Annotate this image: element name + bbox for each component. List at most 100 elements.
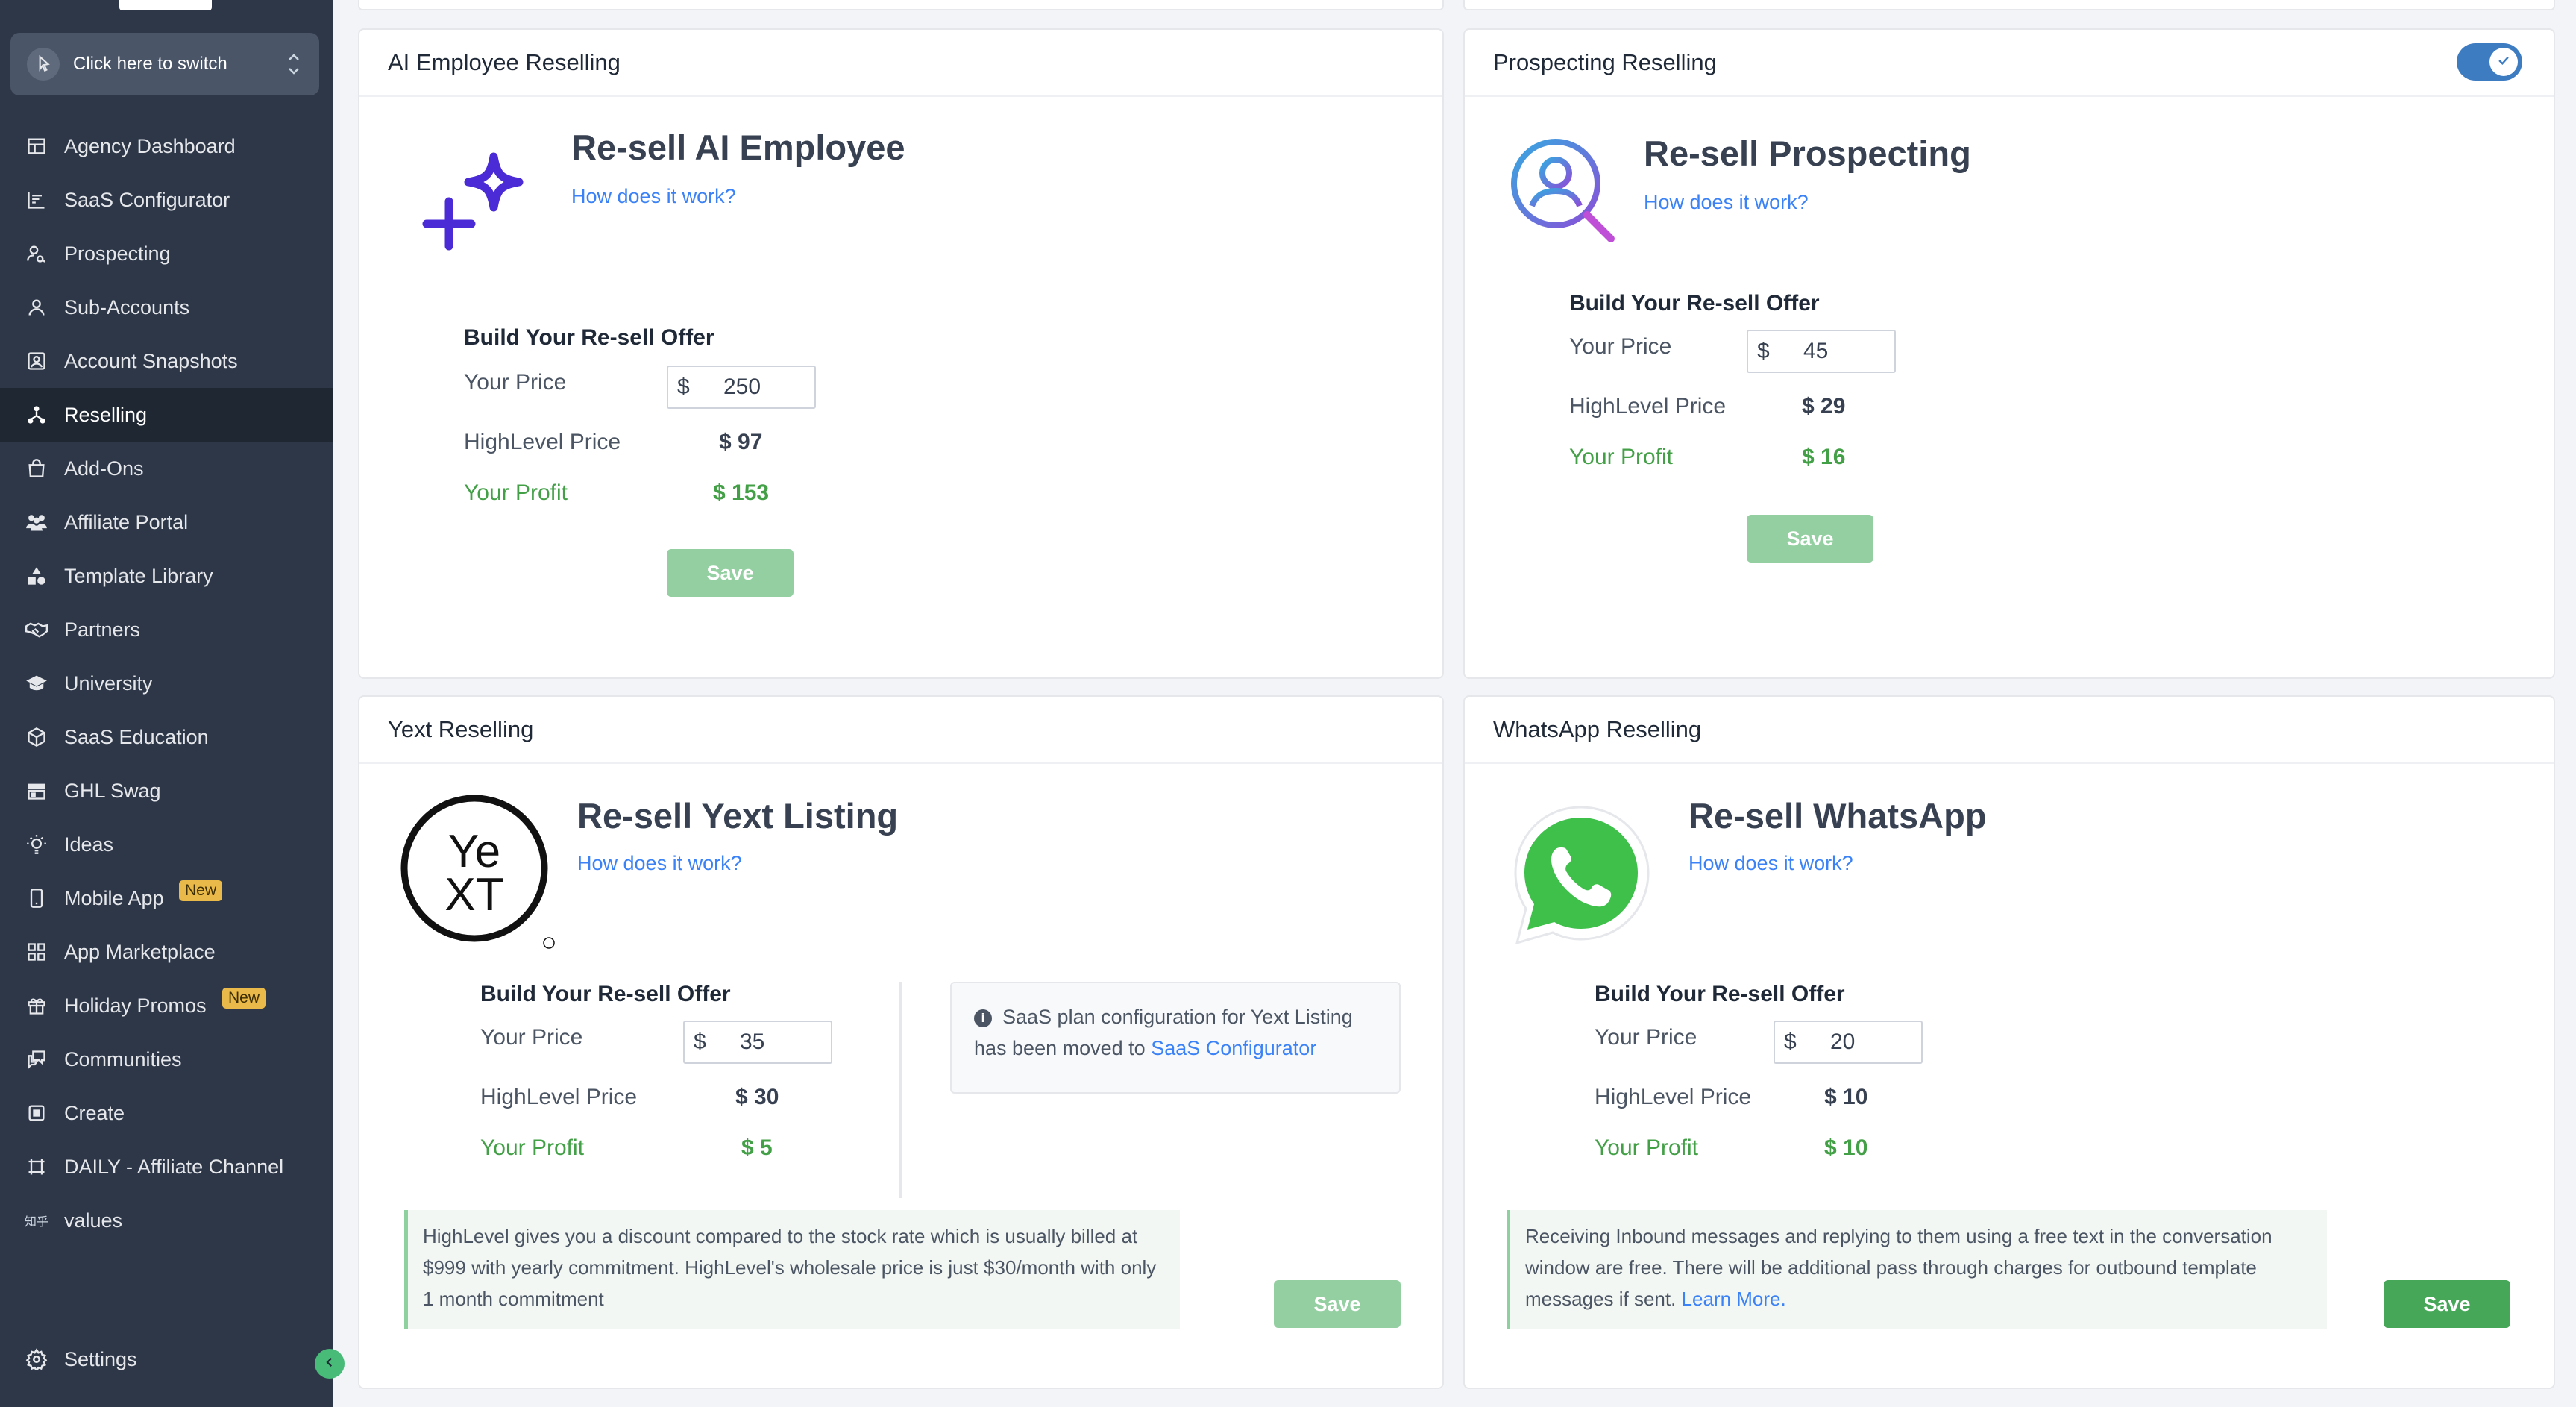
sidebar-item-agency-dashboard[interactable]: Agency Dashboard bbox=[0, 119, 333, 173]
sidebar-item-saas-education[interactable]: SaaS Education bbox=[0, 710, 333, 764]
price-value: 35 bbox=[740, 1030, 765, 1054]
how-it-works-link[interactable]: How does it work? bbox=[577, 852, 742, 875]
your-price-input[interactable]: $ 20 bbox=[1774, 1021, 1923, 1064]
bulb-icon bbox=[24, 832, 49, 857]
settings-label: Settings bbox=[64, 1347, 137, 1370]
sidebar-item-reselling[interactable]: Reselling bbox=[0, 388, 333, 442]
currency-symbol: $ bbox=[677, 375, 690, 399]
sidebar-item-communities[interactable]: Communities bbox=[0, 1032, 333, 1086]
sidebar-item-label: Partners bbox=[64, 618, 141, 641]
sidebar-item-label: Mobile App bbox=[64, 886, 164, 909]
card-header: Prospecting Reselling bbox=[1465, 30, 2554, 97]
account-switcher[interactable]: Click here to switch bbox=[10, 33, 319, 95]
sidebar-item-label: values bbox=[64, 1209, 123, 1232]
your-price-input[interactable]: $ 35 bbox=[683, 1021, 832, 1064]
currency-symbol: $ bbox=[694, 1030, 706, 1054]
sidebar-item-partners[interactable]: Partners bbox=[0, 603, 333, 657]
sparkle-icon bbox=[419, 142, 546, 272]
sidebar-item-prospecting[interactable]: Prospecting bbox=[0, 227, 333, 281]
bag-icon bbox=[24, 456, 49, 481]
your-price-input[interactable]: $ 250 bbox=[667, 366, 816, 409]
card-title: Re-sell Prospecting bbox=[1644, 134, 1971, 173]
sidebar-item-label: Reselling bbox=[64, 403, 148, 426]
gear-icon bbox=[24, 1347, 49, 1372]
prospecting-enable-toggle[interactable] bbox=[2457, 43, 2522, 81]
yext-logo-bottom-text: XT bbox=[444, 869, 503, 921]
card-header: AI Employee Reselling bbox=[359, 30, 1442, 97]
sidebar-nav: Agency Dashboard SaaS Configurator Prosp… bbox=[0, 119, 333, 1247]
info-icon: i bbox=[974, 1009, 992, 1027]
profit-value: $ 153 bbox=[713, 480, 770, 505]
sidebar-item-add-ons[interactable]: Add-Ons bbox=[0, 442, 333, 495]
gift-icon bbox=[24, 993, 49, 1018]
chevron-left-icon bbox=[323, 1356, 336, 1373]
whatsapp-icon bbox=[1507, 801, 1656, 954]
sidebar-item-create[interactable]: Create bbox=[0, 1086, 333, 1140]
profit-label: Your Profit bbox=[1595, 1135, 1698, 1160]
save-button[interactable]: Save bbox=[667, 549, 794, 597]
sidebar-top-tab bbox=[119, 0, 212, 10]
save-button[interactable]: Save bbox=[1747, 515, 1873, 563]
saas-configurator-link[interactable]: SaaS Configurator bbox=[1151, 1037, 1316, 1059]
yext-logo: Ye XT bbox=[400, 794, 556, 954]
sidebar-item-ideas[interactable]: Ideas bbox=[0, 818, 333, 871]
collapse-sidebar-button[interactable] bbox=[315, 1349, 345, 1379]
sidebar-item-sub-accounts[interactable]: Sub-Accounts bbox=[0, 281, 333, 334]
save-button[interactable]: Save bbox=[2384, 1280, 2510, 1328]
sidebar-item-app-marketplace[interactable]: App Marketplace bbox=[0, 925, 333, 979]
yext-reselling-card: Yext Reselling Ye XT Re-sell Yext Listin… bbox=[358, 695, 1444, 1389]
price-value: 250 bbox=[723, 375, 761, 399]
highlevel-price-value: $ 10 bbox=[1824, 1085, 1868, 1109]
box-icon bbox=[24, 724, 49, 750]
users-icon bbox=[24, 510, 49, 535]
user-search-icon bbox=[1507, 134, 1618, 250]
sidebar-item-label: App Marketplace bbox=[64, 940, 216, 963]
sidebar-item-mobile-app[interactable]: Mobile App New bbox=[0, 871, 333, 925]
shapes-icon bbox=[24, 563, 49, 589]
your-price-label: Your Price bbox=[1569, 334, 1672, 359]
chevron-up-down-icon bbox=[285, 49, 303, 79]
offer-title: Build Your Re-sell Offer bbox=[464, 325, 714, 350]
dashboard-icon bbox=[24, 134, 49, 159]
previous-card-edge bbox=[358, 0, 1444, 10]
sidebar-item-label: Template Library bbox=[64, 564, 213, 587]
your-price-input[interactable]: $ 45 bbox=[1747, 330, 1896, 373]
how-it-works-link[interactable]: How does it work? bbox=[1688, 852, 1853, 875]
sidebar-item-label: SaaS Configurator bbox=[64, 188, 230, 211]
sidebar-item-daily-affiliate-channel[interactable]: DAILY - Affiliate Channel bbox=[0, 1140, 333, 1194]
card-header: Yext Reselling bbox=[359, 697, 1442, 764]
card-title: Re-sell AI Employee bbox=[571, 128, 905, 167]
how-it-works-link[interactable]: How does it work? bbox=[1644, 191, 1809, 214]
currency-symbol: $ bbox=[1784, 1030, 1797, 1054]
handshake-icon bbox=[24, 617, 49, 642]
currency-symbol: $ bbox=[1757, 339, 1770, 363]
sidebar-item-template-library[interactable]: Template Library bbox=[0, 549, 333, 603]
your-price-label: Your Price bbox=[464, 370, 567, 395]
main-content: AI Employee Reselling Re-sell AI Employe… bbox=[333, 0, 2576, 1407]
sidebar-item-holiday-promos[interactable]: Holiday Promos New bbox=[0, 979, 333, 1032]
sidebar-item-account-snapshots[interactable]: Account Snapshots bbox=[0, 334, 333, 388]
sidebar-item-settings[interactable]: Settings bbox=[0, 1332, 333, 1386]
section-divider bbox=[899, 982, 902, 1198]
sidebar-item-saas-configurator[interactable]: SaaS Configurator bbox=[0, 173, 333, 227]
snapshot-icon bbox=[24, 348, 49, 374]
learn-more-link[interactable]: Learn More. bbox=[1682, 1288, 1786, 1310]
grid-icon bbox=[24, 939, 49, 965]
offer-title: Build Your Re-sell Offer bbox=[1569, 291, 1820, 316]
profit-label: Your Profit bbox=[1569, 445, 1673, 469]
sidebar-item-affiliate-portal[interactable]: Affiliate Portal bbox=[0, 495, 333, 549]
previous-card-edge bbox=[1463, 0, 2555, 10]
frame-icon bbox=[24, 1154, 49, 1179]
card-title: Re-sell WhatsApp bbox=[1688, 796, 1987, 836]
sidebar-item-values[interactable]: 知乎 values bbox=[0, 1194, 333, 1247]
sidebar-item-ghl-swag[interactable]: GHL Swag bbox=[0, 764, 333, 818]
save-button[interactable]: Save bbox=[1274, 1280, 1401, 1328]
profit-value: $ 16 bbox=[1802, 445, 1846, 469]
sidebar-item-label: Agency Dashboard bbox=[64, 134, 236, 157]
highlevel-price-value: $ 29 bbox=[1802, 394, 1846, 419]
sidebar-item-university[interactable]: University bbox=[0, 657, 333, 710]
sidebar: Click here to switch Agency Dashboard Sa… bbox=[0, 0, 345, 1407]
sidebar-item-label: Add-Ons bbox=[64, 457, 144, 480]
phone-icon bbox=[24, 886, 49, 911]
how-it-works-link[interactable]: How does it work? bbox=[571, 185, 736, 208]
